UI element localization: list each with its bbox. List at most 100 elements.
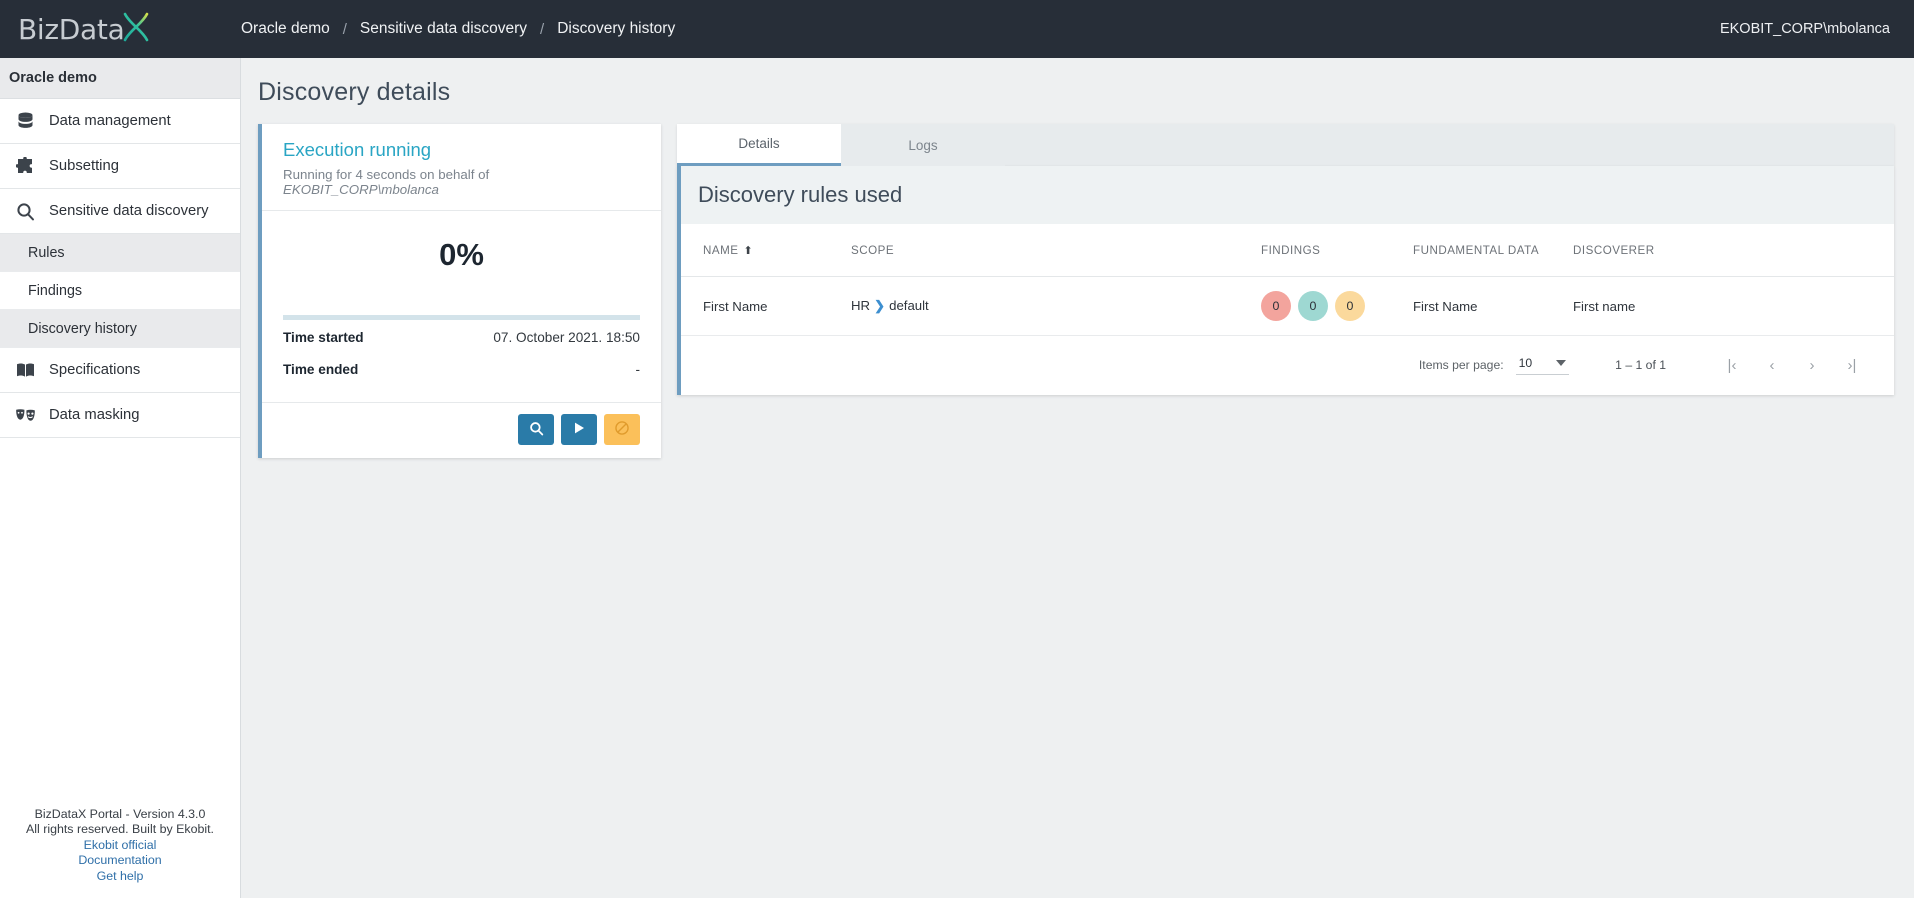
sidebar-item-label: Data management [49,113,171,129]
logo-text: BizData [18,12,125,46]
search-icon [12,200,38,222]
tab-details[interactable]: Details [677,124,841,166]
execution-subtitle-prefix: Running for 4 seconds on behalf of [283,167,490,182]
breadcrumb: Oracle demo / Sensitive data discovery /… [241,20,675,38]
cell-fundamental-data: First Name [1413,276,1573,336]
book-icon [12,359,38,381]
tab-label: Details [738,136,780,151]
run-button[interactable] [561,414,597,445]
sidebar-item-label: Subsetting [49,158,119,174]
column-header-name[interactable]: NAME ⬆ [681,224,851,277]
column-label: SCOPE [851,244,895,257]
execution-detail-rows: Time started 07. October 2021. 18:50 Tim… [262,320,661,402]
current-user-label[interactable]: EKOBIT_CORP\mbolanca [1720,21,1890,37]
footer-version: BizDataX Portal - Version 4.3.0 [34,806,206,821]
sort-ascending-icon: ⬆ [743,245,754,257]
app-logo[interactable]: BizData [0,0,241,58]
breadcrumb-item-sensitive-data-discovery[interactable]: Sensitive data discovery [360,20,527,38]
database-icon [12,110,38,132]
table-body: First Name HR ❯ default 0 0 0 First Name… [681,276,1894,336]
sidebar-item-data-masking[interactable]: Data masking [0,393,240,438]
tab-bar: Details Logs [677,124,1894,166]
execution-row-time-started: Time started 07. October 2021. 18:50 [283,325,640,350]
pagination-range-label: 1 – 1 of 1 [1615,358,1666,372]
row-value: - [635,362,640,377]
items-per-page-value: 10 [1518,355,1533,370]
breadcrumb-item-oracle-demo[interactable]: Oracle demo [241,20,330,38]
row-key: Time ended [283,362,359,377]
discovery-rules-table: NAME ⬆ SCOPE FINDINGS FUNDAMENTAL DATA D… [681,224,1894,336]
page-title: Discovery details [258,78,451,106]
status-badge-pending[interactable]: 0 [1335,291,1365,321]
chevron-right-icon: ❯ [874,298,886,313]
sidebar-item-rules[interactable]: Rules [0,234,240,272]
footer-link-documentation[interactable]: Documentation [0,853,240,869]
column-label: FINDINGS [1261,244,1321,257]
cancel-icon [614,420,630,439]
status-badge-critical[interactable]: 0 [1261,291,1291,321]
row-value: 07. October 2021. 18:50 [493,330,640,345]
column-label: NAME [703,244,739,257]
tab-logs[interactable]: Logs [841,124,1005,166]
execution-action-bar [262,402,661,458]
breadcrumb-separator: / [540,20,545,38]
masks-icon [12,404,38,426]
sidebar-item-data-management[interactable]: Data management [0,99,240,144]
sidebar-footer: BizDataX Portal - Version 4.3.0 All righ… [0,807,240,885]
execution-status-card: Execution running Running for 4 seconds … [258,124,661,458]
execution-subtitle-user: EKOBIT_CORP\mbolanca [283,182,439,197]
sidebar-item-label: Sensitive data discovery [49,203,209,219]
execution-status-subtitle: Running for 4 seconds on behalf of EKOBI… [283,167,644,197]
sidebar-item-discovery-history[interactable]: Discovery history [0,310,240,348]
sidebar-sub-label: Findings [28,282,83,299]
details-panel: Details Logs Discovery rules used NAME ⬆ [677,124,1894,458]
sidebar-item-sensitive-data-discovery[interactable]: Sensitive data discovery [0,189,240,234]
items-per-page-select[interactable]: 10 [1515,355,1570,375]
main-content: Discovery details Execution running Runn… [241,58,1914,898]
table-caption: Discovery rules used [681,166,1894,224]
column-header-discoverer[interactable]: DISCOVERER [1573,224,1894,277]
items-per-page-label: Items per page: [1418,358,1504,372]
scope-parent: HR [851,298,871,313]
column-header-fundamental-data[interactable]: FUNDAMENTAL DATA [1413,224,1573,277]
cell-scope: HR ❯ default [851,276,1261,336]
column-header-scope[interactable]: SCOPE [851,224,1261,277]
findings-badges: 0 0 0 [1261,291,1413,321]
sidebar-item-specifications[interactable]: Specifications [0,348,240,393]
puzzle-icon [12,155,38,177]
search-icon [529,421,544,439]
table-paginator: Items per page: 10 1 – 1 of 1 |‹ ‹ › ›| [681,336,1894,395]
sidebar: Oracle demo Data management Subsetting S… [0,58,241,898]
top-bar: BizData Oracle demo / Sensitive data dis… [0,0,1914,58]
next-page-button[interactable]: › [1792,350,1832,380]
execution-status-title: Execution running [283,139,432,160]
status-badge-confirmed[interactable]: 0 [1298,291,1328,321]
first-page-button[interactable]: |‹ [1712,350,1752,380]
previous-page-button[interactable]: ‹ [1752,350,1792,380]
cancel-button[interactable] [604,414,640,445]
column-label: DISCOVERER [1573,244,1655,257]
sidebar-item-label: Specifications [49,362,141,378]
cell-findings: 0 0 0 [1261,276,1413,336]
sidebar-sub-label: Discovery history [28,320,137,337]
sidebar-sub-label: Rules [28,244,65,261]
content-columns: Execution running Running for 4 seconds … [241,107,1914,458]
scope-child: default [889,298,929,313]
search-button[interactable] [518,414,554,445]
sidebar-item-findings[interactable]: Findings [0,272,240,310]
last-page-button[interactable]: ›| [1832,350,1872,380]
column-header-findings[interactable]: FINDINGS [1261,224,1413,277]
execution-percent-label: 0% [439,237,484,272]
footer-link-ekobit-official[interactable]: Ekobit official [0,838,240,854]
sidebar-item-subsetting[interactable]: Subsetting [0,144,240,189]
table-header: NAME ⬆ SCOPE FINDINGS FUNDAMENTAL DATA D… [681,224,1894,277]
chevron-down-icon [1556,359,1567,366]
footer-link-get-help[interactable]: Get help [0,869,240,885]
cell-discoverer: First name [1573,276,1894,336]
sidebar-item-label: Data masking [49,407,140,423]
play-icon [572,421,586,438]
row-key: Time started [283,330,364,345]
table-row[interactable]: First Name HR ❯ default 0 0 0 First Name… [681,276,1894,336]
breadcrumb-separator: / [342,20,347,38]
breadcrumb-item-discovery-history[interactable]: Discovery history [557,20,675,38]
